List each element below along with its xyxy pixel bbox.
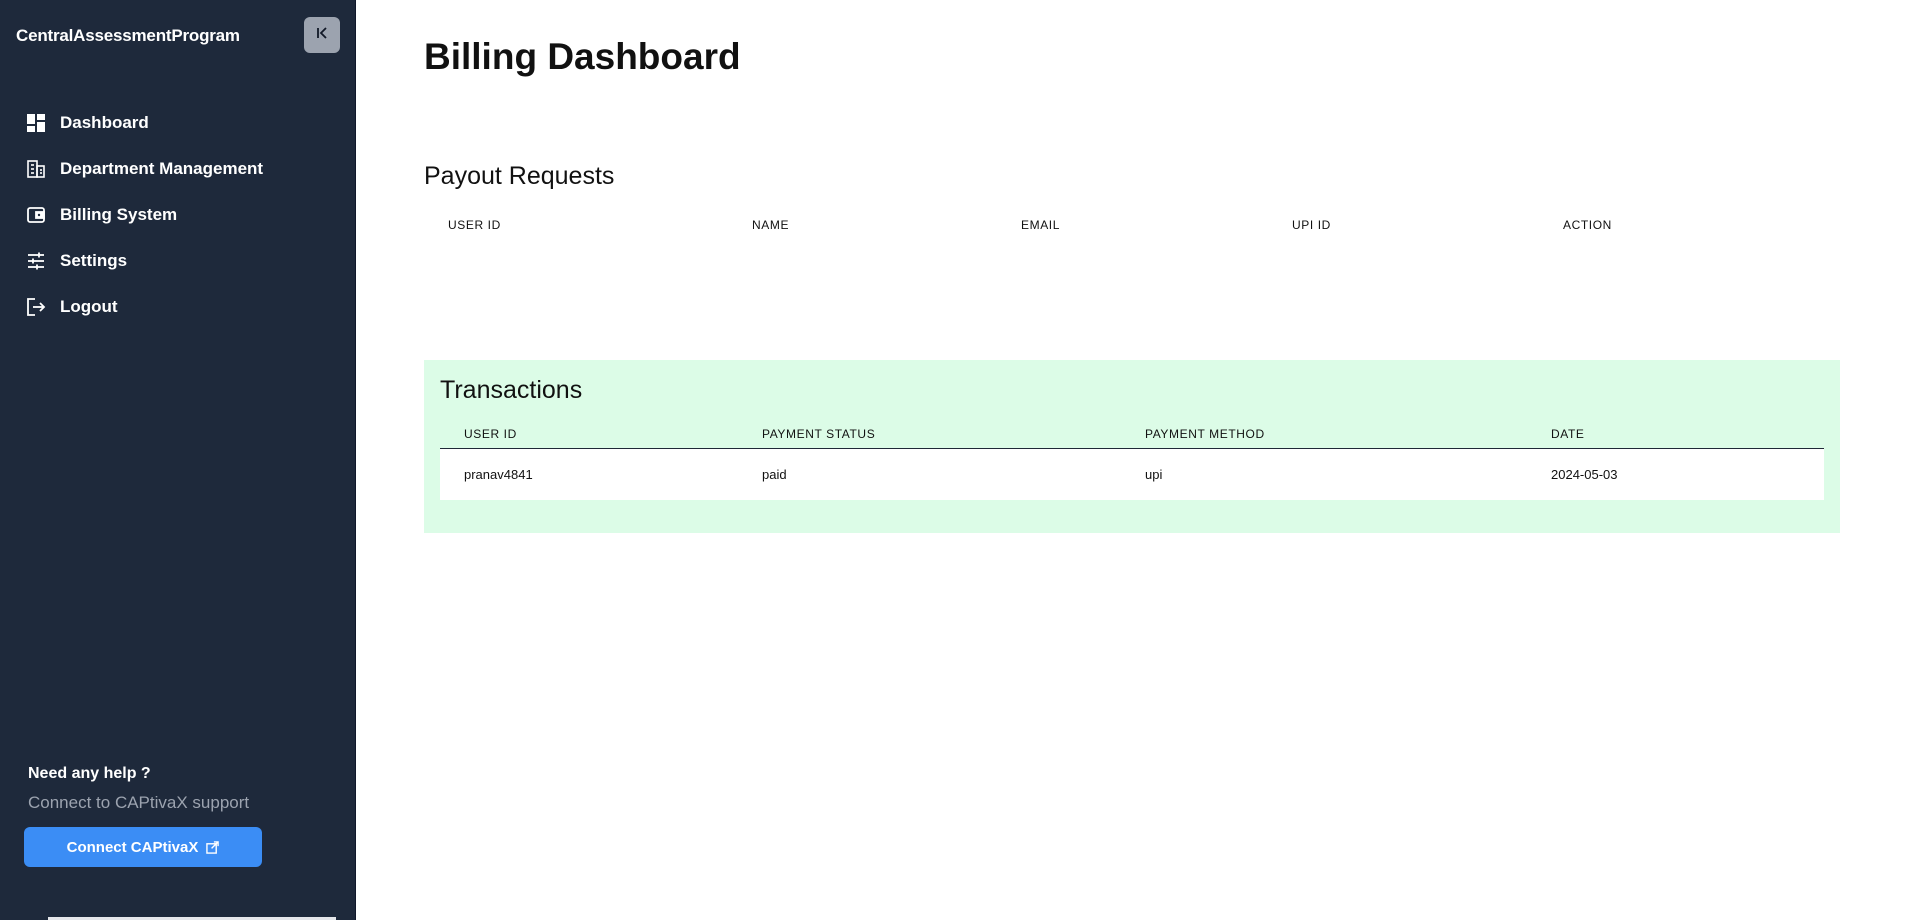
help-subtitle: Connect to CAPtivaX support	[28, 793, 250, 812]
column-header-date: DATE	[1551, 426, 1585, 441]
cell-date: 2024-05-03	[1551, 467, 1618, 482]
help-title: Need any help ?	[28, 765, 151, 782]
sidebar-item-label: Department Management	[60, 159, 264, 178]
collapse-sidebar-button[interactable]	[304, 17, 340, 53]
page-title: Billing Dashboard	[424, 36, 741, 77]
connect-button-label: Connect CAPtivaX	[66, 838, 199, 856]
column-header-user-id: USER ID	[464, 426, 517, 441]
external-link-icon	[206, 840, 220, 854]
wallet-icon	[26, 205, 46, 225]
cell-payment-status: paid	[762, 467, 787, 482]
sidebar-item-billing-system[interactable]: Billing System	[0, 192, 356, 238]
cell-payment-method: upi	[1145, 467, 1163, 482]
transactions-title: Transactions	[440, 376, 583, 404]
building-icon	[26, 159, 46, 179]
collapse-icon	[314, 25, 330, 46]
payout-requests-title: Payout Requests	[424, 162, 615, 190]
cell-user-id: pranav4841	[464, 467, 533, 482]
logout-icon	[26, 297, 46, 317]
sliders-icon	[26, 251, 46, 271]
transactions-table-header: USER ID PAYMENT STATUS PAYMENT METHOD DA…	[440, 419, 1824, 449]
sidebar-item-dashboard[interactable]: Dashboard	[0, 100, 356, 146]
sidebar-item-logout[interactable]: Logout	[0, 284, 356, 330]
column-header-action: ACTION	[1563, 218, 1612, 232]
column-header-user-id: USER ID	[448, 218, 501, 232]
column-header-payment-status: PAYMENT STATUS	[762, 426, 876, 441]
table-row: pranav4841 paid upi 2024-05-03	[440, 449, 1824, 500]
column-header-email: EMAIL	[1021, 218, 1061, 232]
column-header-payment-method: PAYMENT METHOD	[1145, 426, 1265, 441]
sidebar-item-label: Dashboard	[60, 113, 149, 132]
help-box: Need any help ? Connect to CAPtivaX supp…	[28, 765, 249, 813]
column-header-upi-id: UPI ID	[1292, 218, 1331, 232]
app-root: CentralAssessmentProgram Dashboard Depar…	[0, 0, 1920, 920]
transactions-table: USER ID PAYMENT STATUS PAYMENT METHOD DA…	[440, 419, 1824, 500]
payout-requests-section: Payout Requests USER ID NAME EMAIL UPI I…	[424, 162, 1840, 239]
main-content: Billing Dashboard Payout Requests USER I…	[356, 0, 1920, 920]
transactions-section: Transactions USER ID PAYMENT STATUS PAYM…	[424, 360, 1840, 533]
payout-table-header: USER ID NAME EMAIL UPI ID ACTION	[424, 211, 1840, 239]
connect-captivax-button[interactable]: Connect CAPtivaX	[24, 827, 262, 867]
sidebar-item-label: Billing System	[60, 205, 178, 224]
sidebar-nav: Dashboard Department Management Billing …	[0, 100, 356, 330]
sidebar-item-department-management[interactable]: Department Management	[0, 146, 356, 192]
column-header-name: NAME	[752, 218, 790, 232]
sidebar-item-label: Logout	[60, 297, 118, 316]
brand-name: CentralAssessmentProgram	[16, 26, 240, 45]
sidebar-item-settings[interactable]: Settings	[0, 238, 356, 284]
sidebar: CentralAssessmentProgram Dashboard Depar…	[0, 0, 356, 920]
dashboard-icon	[26, 113, 46, 133]
sidebar-item-label: Settings	[60, 251, 128, 270]
